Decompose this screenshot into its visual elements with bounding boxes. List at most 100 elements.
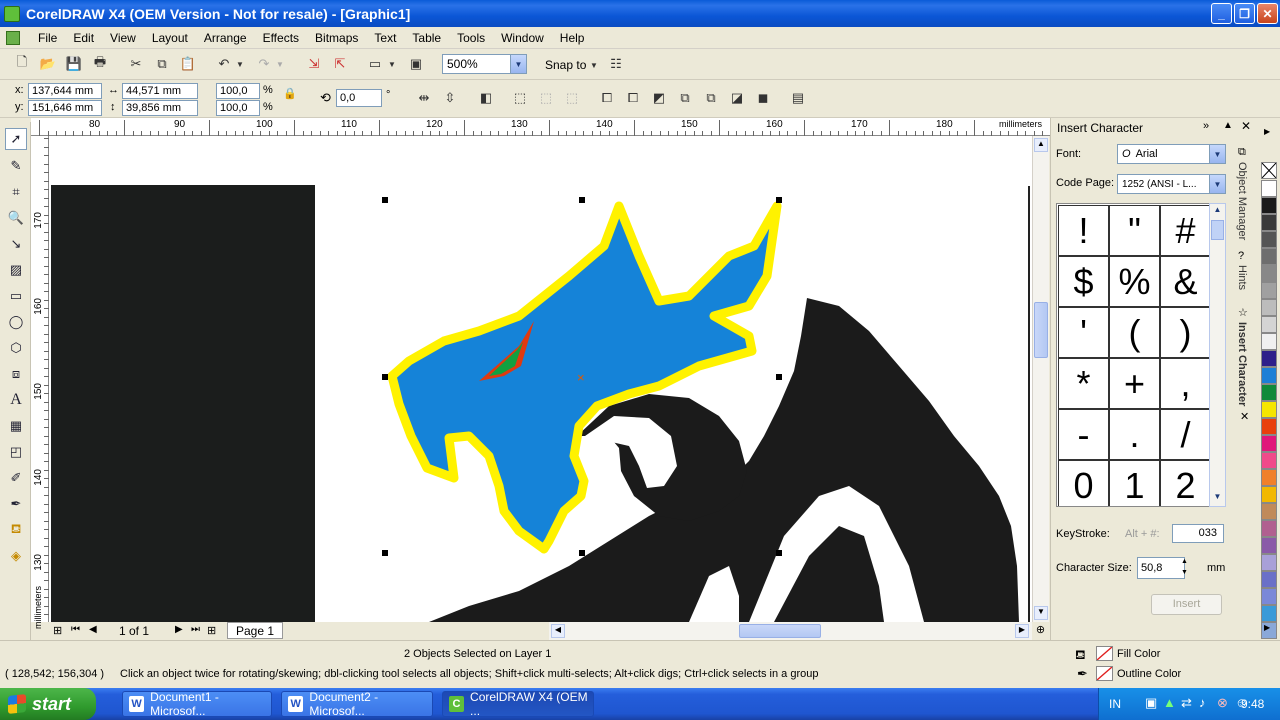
simplify-icon[interactable]: ⧉ <box>701 89 721 107</box>
tray-app-icon[interactable]: ▣ <box>1145 695 1157 711</box>
character-size-field[interactable]: 50,8 <box>1137 557 1185 579</box>
size-down-icon[interactable]: ▼ <box>1181 569 1188 576</box>
palette-scroll-icon[interactable]: ▶ <box>1264 623 1270 632</box>
launcher-dropdown-icon[interactable]: ▼ <box>386 55 398 73</box>
color-swatch[interactable] <box>1261 554 1277 571</box>
zoom-tool-icon[interactable]: 🔍 <box>5 207 27 229</box>
snap-to-dropdown-icon[interactable]: ▼ <box>588 56 600 74</box>
tab-object-manager[interactable]: Object Manager <box>1236 162 1248 240</box>
mirror-vertical-icon[interactable]: ⇳ <box>440 89 460 107</box>
undo-icon[interactable]: ↶ <box>214 55 234 73</box>
ellipse-tool-icon[interactable]: ◯ <box>5 311 27 333</box>
char-cell[interactable]: " <box>1109 205 1160 256</box>
color-swatch[interactable] <box>1261 537 1277 554</box>
char-cell[interactable]: $ <box>1058 256 1109 307</box>
import-icon[interactable]: ⇲ <box>304 55 324 73</box>
tray-network-icon[interactable]: ⇄ <box>1181 695 1192 711</box>
char-cell[interactable]: . <box>1109 409 1160 460</box>
task-document1[interactable]: W Document1 - Microsof... <box>122 690 272 718</box>
keystroke-field[interactable]: 033 <box>1172 524 1224 543</box>
combine-icon[interactable]: ⧠ <box>597 89 617 107</box>
eyedropper-tool-icon[interactable]: ✐ <box>5 467 27 489</box>
width-field[interactable]: 44,571 mm <box>122 83 198 99</box>
color-swatch[interactable] <box>1261 503 1277 520</box>
next-page-icon[interactable]: ▶ <box>175 624 183 635</box>
scroll-down-icon[interactable]: ▼ <box>1211 492 1224 505</box>
vertical-ruler[interactable]: 170 160 150 140 130 millimeters <box>31 136 49 629</box>
color-swatch[interactable] <box>1261 452 1277 469</box>
color-swatch[interactable] <box>1261 231 1277 248</box>
char-cell[interactable]: , <box>1160 358 1211 409</box>
previous-page-icon[interactable]: ◀ <box>89 624 97 635</box>
save-icon[interactable]: 💾 <box>64 55 84 73</box>
size-up-icon[interactable]: ▲ <box>1181 558 1188 565</box>
color-swatch[interactable] <box>1261 401 1277 418</box>
menu-layout[interactable]: Layout <box>144 31 196 45</box>
horizontal-ruler[interactable]: 80 90 100 110 120 130 140 150 160 170 18… <box>31 118 1050 136</box>
menu-tools[interactable]: Tools <box>449 31 493 45</box>
add-page-after-icon[interactable]: ⊞ <box>207 624 216 637</box>
front-minus-back-icon[interactable]: ◪ <box>727 89 747 107</box>
tab-hints[interactable]: Hints <box>1236 265 1248 290</box>
color-swatch[interactable] <box>1261 588 1277 605</box>
docker-close-icon[interactable]: ✕ <box>1241 119 1251 133</box>
code-page-select[interactable]: 1252 (ANSI - L... ▼ <box>1117 174 1226 194</box>
docker-expand-icon[interactable]: » <box>1203 120 1209 132</box>
tab-insert-character[interactable]: Insert Character <box>1236 322 1248 406</box>
scale-x-field[interactable]: 100,0 <box>216 83 260 99</box>
tray-triangle-icon[interactable]: ▲ <box>1163 695 1176 710</box>
language-indicator[interactable]: IN <box>1109 697 1121 711</box>
copy-icon[interactable]: ⧉ <box>152 55 172 73</box>
color-swatch[interactable] <box>1261 299 1277 316</box>
table-tool-icon[interactable]: ▦ <box>5 415 27 437</box>
shape-tool-icon[interactable]: ✎ <box>5 155 27 177</box>
color-swatch[interactable] <box>1261 248 1277 265</box>
mirror-horizontal-icon[interactable]: ⇹ <box>414 89 434 107</box>
color-swatch[interactable] <box>1261 367 1277 384</box>
tray-speaker-icon[interactable]: ♪ <box>1199 695 1206 710</box>
crop-tool-icon[interactable]: ⌗ <box>5 181 27 203</box>
color-swatch[interactable] <box>1261 571 1277 588</box>
scroll-up-icon[interactable]: ▲ <box>1211 205 1224 218</box>
horizontal-scroll-thumb[interactable] <box>739 624 821 638</box>
menu-table[interactable]: Table <box>404 31 449 45</box>
minimize-button[interactable]: _ <box>1211 3 1232 24</box>
menu-view[interactable]: View <box>102 31 144 45</box>
paste-icon[interactable]: 📋 <box>178 55 198 73</box>
char-cell[interactable]: - <box>1058 409 1109 460</box>
color-swatch[interactable] <box>1261 469 1277 486</box>
grid-scroll-thumb[interactable] <box>1211 220 1224 240</box>
char-cell[interactable]: * <box>1058 358 1109 409</box>
menu-file[interactable]: File <box>30 31 65 45</box>
scale-y-field[interactable]: 100,0 <box>216 100 260 116</box>
interactive-blend-tool-icon[interactable]: ◰ <box>5 441 27 463</box>
scroll-up-icon[interactable]: ▲ <box>1034 138 1048 152</box>
color-swatch[interactable] <box>1261 180 1277 197</box>
character-grid[interactable]: ! " # $ % & ' ( ) * + , - . / 0 1 2 <box>1056 203 1226 507</box>
char-cell[interactable]: 2 <box>1160 460 1211 506</box>
back-minus-front-icon[interactable]: ◼ <box>753 89 773 107</box>
scroll-right-icon[interactable]: ▶ <box>1015 624 1029 638</box>
char-cell[interactable]: # <box>1160 205 1211 256</box>
trim-icon[interactable]: ◩ <box>649 89 669 107</box>
char-cell[interactable]: 0 <box>1058 460 1109 506</box>
tab-close-icon[interactable]: ✕ <box>1240 410 1249 423</box>
intersect-icon[interactable]: ⧉ <box>675 89 695 107</box>
zoom-level-select[interactable]: 500% ▼ <box>442 54 527 74</box>
application-launcher-icon[interactable]: ▭ <box>365 55 385 73</box>
color-swatch[interactable] <box>1261 214 1277 231</box>
options-icon[interactable]: ☷ <box>606 55 626 73</box>
text-tool-icon[interactable]: A <box>5 389 27 411</box>
height-field[interactable]: 39,856 mm <box>122 100 198 116</box>
chevron-down-icon[interactable]: ▼ <box>1209 145 1225 163</box>
create-boundary-icon[interactable]: ▤ <box>788 89 808 107</box>
basic-shapes-tool-icon[interactable]: ⧈ <box>5 363 27 385</box>
document-icon[interactable] <box>6 30 20 45</box>
char-cell[interactable]: ( <box>1109 307 1160 358</box>
lock-ratio-icon[interactable]: 🔒 <box>283 87 297 100</box>
undo-dropdown-icon[interactable]: ▼ <box>234 55 246 73</box>
tray-security-icon[interactable]: ⊗ <box>1217 695 1228 711</box>
char-cell[interactable]: ' <box>1058 307 1109 358</box>
menu-window[interactable]: Window <box>493 31 552 45</box>
menu-help[interactable]: Help <box>552 31 593 45</box>
